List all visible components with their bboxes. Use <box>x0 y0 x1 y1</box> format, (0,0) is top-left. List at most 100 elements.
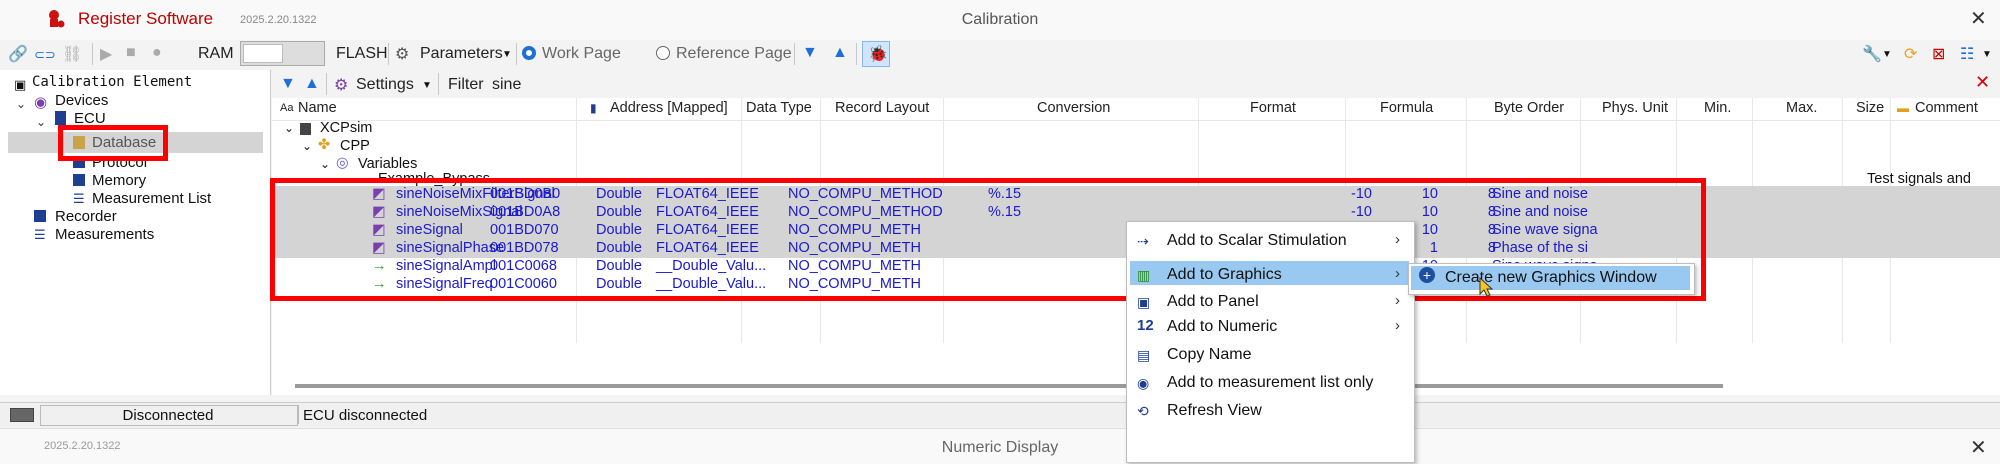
database-highlight-box <box>58 125 168 161</box>
filter-bar: ▼ ▲ ⚙ Settings ▼ Filter sine ✕ <box>272 70 2000 99</box>
reference-page-label[interactable]: Reference Page <box>676 45 792 63</box>
stop-icon[interactable]: ■ <box>126 44 136 62</box>
panel-icon: ▣ <box>14 77 27 92</box>
link-orange-icon[interactable]: ⟳ <box>1904 44 1917 64</box>
devices-icon: ◉ <box>34 94 48 111</box>
tree-item-measurements[interactable]: Measurements <box>55 226 154 243</box>
ecu-chevron-icon[interactable]: ⌄ <box>36 115 46 129</box>
record-icon[interactable]: ● <box>152 44 162 62</box>
xcpsim-chevron-icon[interactable]: ⌄ <box>284 121 294 135</box>
tools-icon[interactable]: 🔧 <box>1862 44 1882 64</box>
panel-icon: ▣ <box>1137 294 1151 310</box>
disconnect-icon[interactable]: ⛓ <box>62 44 82 64</box>
refresh-icon: ⟲ <box>1137 403 1149 419</box>
column-header-phys-unit[interactable]: Phys. Unit <box>1602 100 1668 116</box>
panel-header: Calibration Element <box>32 74 193 90</box>
menu-item-add-to-scalar-stimulation[interactable]: ⇢ Add to Scalar Stimulation › <box>1127 224 1414 258</box>
ram-label: RAM <box>198 45 234 62</box>
column-header-address[interactable]: Address [Mapped] <box>610 100 728 116</box>
numeric-display-close-button[interactable]: ✕ <box>1970 435 1987 460</box>
settings-chevron-down-icon[interactable]: ▼ <box>422 80 432 91</box>
menu-item-label: Add to Panel <box>1167 293 1259 310</box>
measurements-icon: ☰ <box>34 227 46 242</box>
example-bypass-comment: Test signals and <box>1867 171 1971 187</box>
debug-toggle-button[interactable]: 🐞 <box>862 41 890 67</box>
chevron-right-icon: › <box>1395 265 1400 282</box>
ram-flash-toggle[interactable] <box>240 41 325 66</box>
reference-page-radio[interactable] <box>656 46 670 60</box>
arrow-up-icon[interactable]: ▲ <box>304 75 320 93</box>
column-header-format[interactable]: Format <box>1250 100 1296 116</box>
filter-label: Filter <box>448 76 484 93</box>
tree-node-variables[interactable]: Variables <box>358 156 417 172</box>
arrow-down-icon[interactable]: ▼ <box>280 75 296 93</box>
column-header-max[interactable]: Max. <box>1786 100 1817 116</box>
arrow-up-icon[interactable]: ▲ <box>832 44 848 62</box>
work-page-radio[interactable] <box>522 46 536 60</box>
clear-filter-icon[interactable]: ✕ <box>1975 72 1990 93</box>
variables-icon: ◎ <box>336 155 349 171</box>
connect-icon[interactable]: 🔗 <box>8 44 28 64</box>
column-header-byte-order[interactable]: Byte Order <box>1494 100 1564 116</box>
play-icon[interactable]: ▶ <box>100 44 112 64</box>
parameters-dropdown[interactable]: Parameters <box>420 45 503 63</box>
column-header-conversion[interactable]: Conversion <box>1037 100 1110 116</box>
filter-input[interactable]: sine <box>492 76 521 94</box>
menu-item-label: Copy Name <box>1167 346 1252 363</box>
link-icon[interactable]: ⊂⊃ <box>34 47 56 63</box>
graphics-icon: ▥ <box>1137 267 1151 283</box>
chevron-right-icon: › <box>1395 231 1400 248</box>
tree-node-xcpsim[interactable]: XCPsim <box>320 120 372 136</box>
column-header-row: Aa Name ▮ Address [Mapped] Data Type Rec… <box>272 98 2000 121</box>
horizontal-scrollbar[interactable] <box>295 384 1723 388</box>
numeric-display-title: Numeric Display <box>941 439 1059 456</box>
column-header-data-type[interactable]: Data Type <box>746 100 812 116</box>
flash-label: FLASH <box>336 45 388 62</box>
arrow-down-icon[interactable]: ▼ <box>802 44 818 62</box>
column-header-name[interactable]: Name <box>298 100 337 116</box>
parameters-icon: ⚙ <box>395 46 410 63</box>
chevron-right-icon: › <box>1395 317 1400 334</box>
column-header-size[interactable]: Size <box>1856 100 1884 116</box>
connection-status-icon <box>10 408 34 422</box>
column-header-record-layout[interactable]: Record Layout <box>835 100 929 116</box>
menu-item-label: Refresh View <box>1167 402 1262 419</box>
address-column-icon: ▮ <box>590 101 597 115</box>
status-message: ECU disconnected <box>303 407 428 424</box>
tree-item-memory[interactable]: Memory <box>92 172 146 189</box>
close-panel-icon[interactable]: ⊠ <box>1932 44 1945 64</box>
tree-item-recorder[interactable]: Recorder <box>55 208 117 225</box>
settings-dropdown[interactable]: Settings <box>356 76 414 94</box>
tree-item-devices[interactable]: Devices <box>55 92 108 109</box>
close-window-button[interactable]: ✕ <box>1970 6 1987 31</box>
column-header-comment[interactable]: Comment <box>1915 100 1978 116</box>
parameters-chevron-down-icon[interactable]: ▼ <box>502 49 512 60</box>
tree-item-measurement-list[interactable]: Measurement List <box>92 190 211 207</box>
tools-chevron-down-icon[interactable]: ▼ <box>1882 49 1892 60</box>
variables-chevron-icon[interactable]: ⌄ <box>320 157 330 171</box>
add-circle-icon: + <box>1419 267 1435 283</box>
numeric-display-window: 2025.2.20.1322 Numeric Display ✕ <box>0 428 2000 464</box>
memory-icon <box>73 174 85 186</box>
xcpsim-icon <box>300 123 311 135</box>
settings-icon[interactable]: ☷ <box>1960 44 1974 64</box>
cpp-chevron-icon[interactable]: ⌄ <box>302 139 312 153</box>
measurement-list-icon: ☰ <box>73 191 85 206</box>
ram-flash-toggle-thumb <box>243 44 283 63</box>
window-title: Calibration <box>961 11 1039 28</box>
calibration-element-panel: ▣ Calibration Element ⌄ ◉ Devices ⌄ ECU … <box>0 70 271 395</box>
settings-gear-icon: ⚙ <box>334 77 349 94</box>
measurement-list-icon: ◉ <box>1137 375 1150 391</box>
settings-chevron-down-icon[interactable]: ▼ <box>1982 49 1992 60</box>
graphics-submenu: + Create new Graphics Window <box>1408 263 1695 297</box>
work-page-label[interactable]: Work Page <box>542 45 621 63</box>
context-menu: ⇢ Add to Scalar Stimulation › ▥ Add to Graph… <box>1126 221 1415 463</box>
recorder-icon <box>34 210 46 222</box>
menu-item-label: Add to Scalar Stimulation <box>1167 232 1347 249</box>
tree-node-cpp[interactable]: CPP <box>340 138 370 154</box>
menu-item-refresh-view[interactable]: ⟲ Refresh View <box>1127 394 1414 428</box>
column-header-formula[interactable]: Formula <box>1380 100 1433 116</box>
column-header-min[interactable]: Min. <box>1704 100 1731 116</box>
devices-chevron-icon[interactable]: ⌄ <box>16 97 26 111</box>
mouse-cursor-icon <box>1479 276 1494 297</box>
